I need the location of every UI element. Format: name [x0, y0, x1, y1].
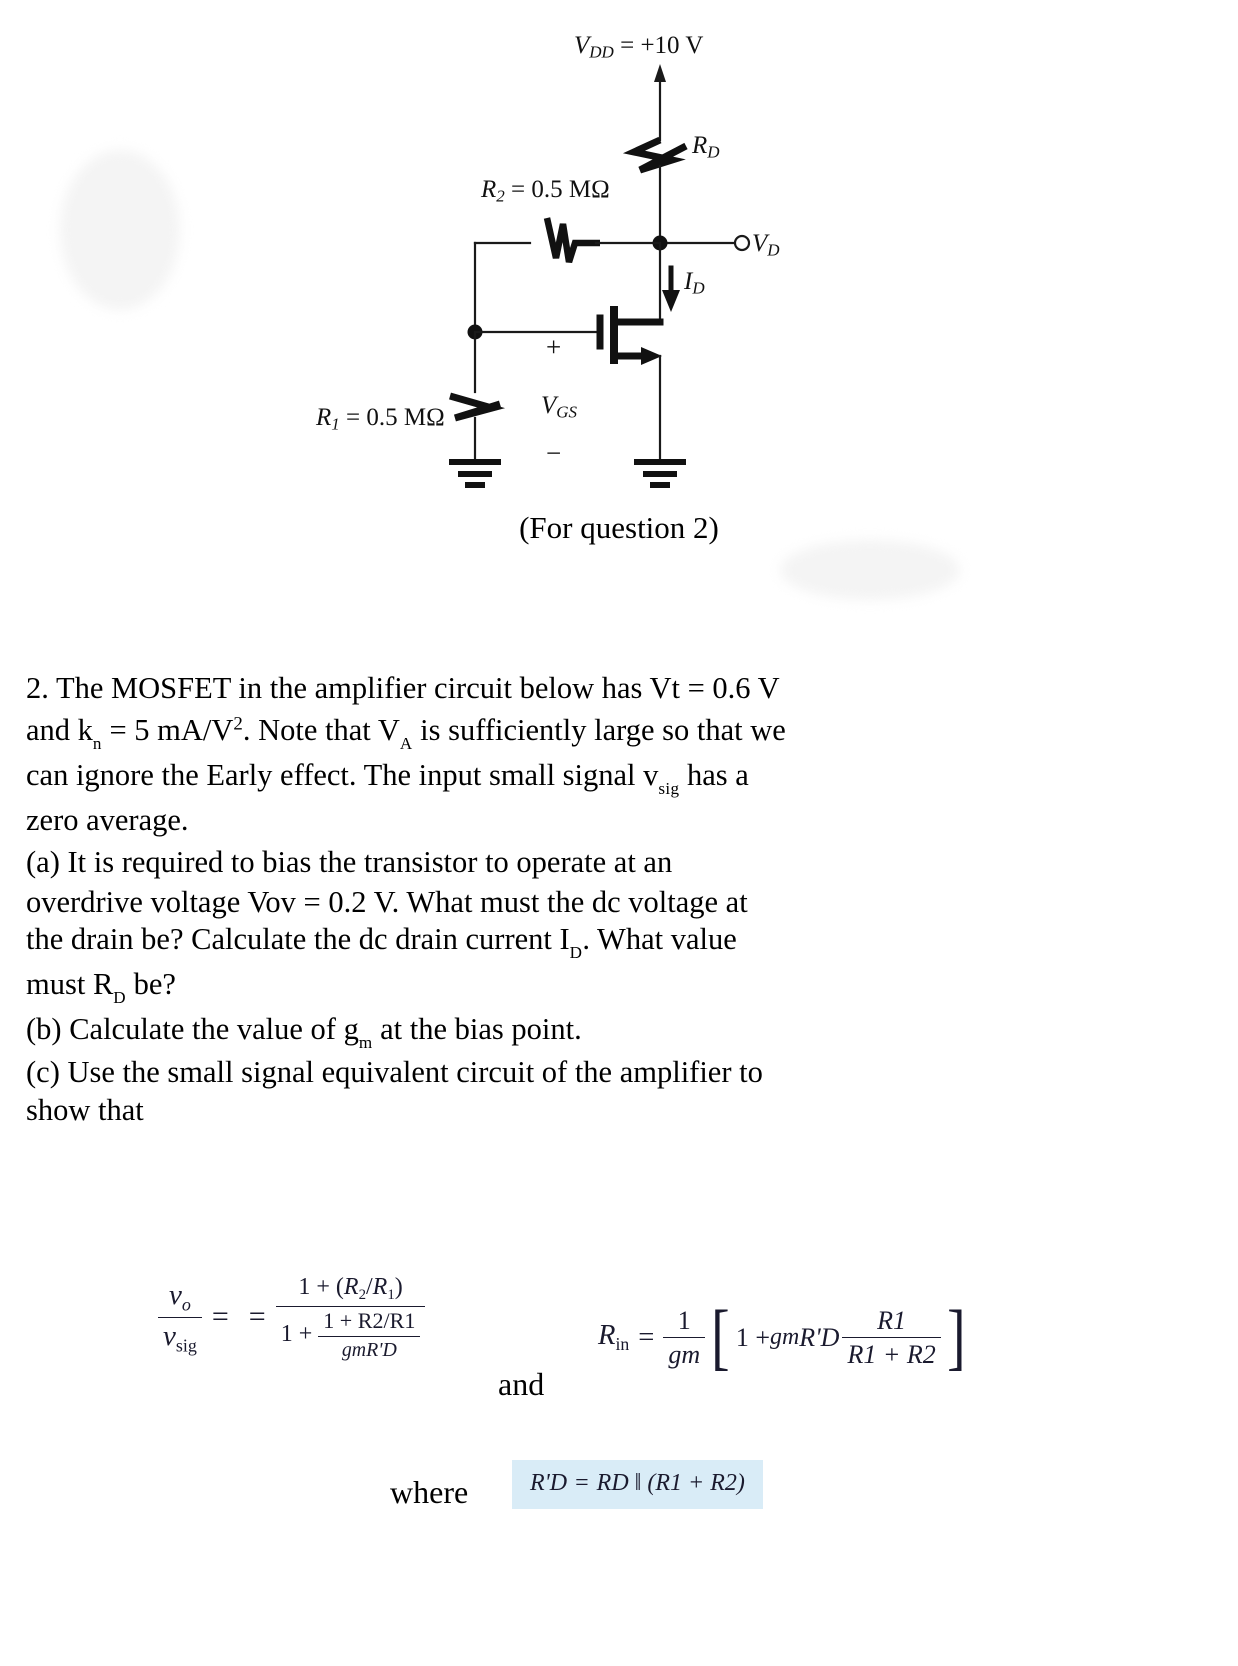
part-a-line-2: overdrive voltage Vov = 0.2 V. What must… [26, 884, 748, 919]
rd-prime-rhs: RD ‖ (R1 + R2) [596, 1470, 745, 1496]
problem-line-1: 2. The MOSFET in the amplifier circuit b… [26, 671, 780, 705]
rin-symbol: Rin [598, 1320, 630, 1355]
rin-ratio-numerator: R1 [877, 1306, 907, 1335]
equals-sign-1: = [211, 1300, 229, 1334]
rd-prime-lhs: R'D [530, 1470, 568, 1496]
fraction-bar [842, 1337, 941, 1339]
rin-one-plus: 1 + [735, 1322, 771, 1352]
problem-line-4: zero average. [26, 803, 189, 838]
where-connector: where [390, 1474, 469, 1510]
label-id: ID [684, 268, 705, 298]
label-r2: R2 = 0.5 MΩ [481, 176, 610, 206]
gain-rhs-denominator: 1 + 1 + R2/R1 gmR'D [276, 1307, 426, 1361]
fraction-bar [318, 1335, 421, 1337]
rin-rdprime-term: R'D [799, 1322, 840, 1352]
vdd-arrow-head [654, 64, 666, 82]
problem-line-2: and kn = 5 mA/V2. Note that VA is suffic… [26, 712, 786, 753]
nested-numerator: 1 + R2/R1 [323, 1307, 416, 1333]
rin-gm-fraction: 1 gm [663, 1306, 706, 1370]
nested-fraction: 1 + R2/R1 gmR'D [318, 1307, 421, 1361]
part-a-line-1: (a) It is required to bias the transisto… [26, 845, 673, 880]
rin-gm-term: gm [770, 1324, 800, 1351]
and-connector: and [498, 1366, 545, 1402]
output-terminal-circle [733, 234, 751, 252]
problem-statement: 2. The MOSFET in the amplifier circuit b… [26, 668, 1211, 1129]
gain-rhs-numerator: 1 + (R2/R1) [298, 1274, 403, 1304]
gain-lhs-denominator: vsig [163, 1319, 197, 1356]
gain-lhs-fraction: vo vsig [158, 1279, 202, 1355]
r2-resistor-symbol [543, 217, 600, 263]
gain-equation: vo vsig = = 1 + (R2/R1) 1 + 1 + R2/R1 gm… [158, 1274, 426, 1361]
figure-caption: (For question 2) [519, 510, 719, 545]
label-vgs-plus: + [546, 332, 562, 362]
label-r1: R1 = 0.5 MΩ [316, 404, 445, 434]
part-a-line-4: must RD be? [26, 966, 176, 1007]
mosfet-source-arrow [641, 347, 662, 365]
one-plus-term: 1 + [280, 1321, 313, 1348]
rin-gm-numerator: 1 [677, 1306, 691, 1335]
equals-sign-3: = [638, 1321, 655, 1353]
rin-body: 1 + gm R'D R1 R1 + R2 [736, 1306, 941, 1369]
equals-sign-2: = [248, 1300, 266, 1334]
rin-ratio-fraction: R1 R1 + R2 [842, 1306, 941, 1370]
label-vdd: VDD = +10 V [574, 32, 704, 62]
label-vd: VD [752, 230, 780, 260]
nested-denominator: gmR'D [341, 1338, 397, 1361]
r1-resistor-symbol [449, 392, 506, 422]
label-vgs: VGS [541, 392, 578, 422]
bracket-close: ] [946, 1295, 966, 1378]
fraction-bar [158, 1316, 202, 1318]
label-vgs-minus: − [546, 438, 562, 468]
math-block: vo vsig = = 1 + (R2/R1) 1 + 1 + R2/R1 gm… [0, 1266, 1238, 1666]
rin-ratio-denominator: R1 + R2 [847, 1340, 936, 1370]
gain-rhs-fraction: 1 + (R2/R1) 1 + 1 + R2/R1 gmR'D [275, 1274, 426, 1361]
rin-equation: Rin = 1 gm [ 1 + gm R'D R1 R1 + R2 ] [598, 1295, 971, 1378]
circuit-figure: VDD = +10 V RD R2 = 0.5 MΩ R1 = 0.5 MΩ V… [0, 0, 1238, 600]
equals-sign-4: = [575, 1470, 589, 1496]
part-c-line-2: show that [26, 1092, 144, 1127]
gain-lhs-numerator: vo [169, 1279, 191, 1315]
part-c-line-1: (c) Use the small signal equivalent circ… [26, 1055, 763, 1090]
part-b-line-1: (b) Calculate the value of gm at the bia… [26, 1012, 582, 1052]
fraction-bar [663, 1337, 706, 1339]
id-arrow-head [662, 290, 680, 312]
label-rd: RD [692, 132, 720, 162]
fraction-bar [275, 1305, 426, 1307]
rin-gm-denominator: gm [668, 1340, 701, 1370]
part-a-line-3: the drain be? Calculate the dc drain cur… [26, 922, 737, 962]
bracket-open: [ [711, 1295, 730, 1378]
problem-line-3: can ignore the Early effect. The input s… [26, 758, 749, 798]
rd-prime-definition-highlight: R'D = RD ‖ (R1 + R2) [512, 1460, 763, 1509]
